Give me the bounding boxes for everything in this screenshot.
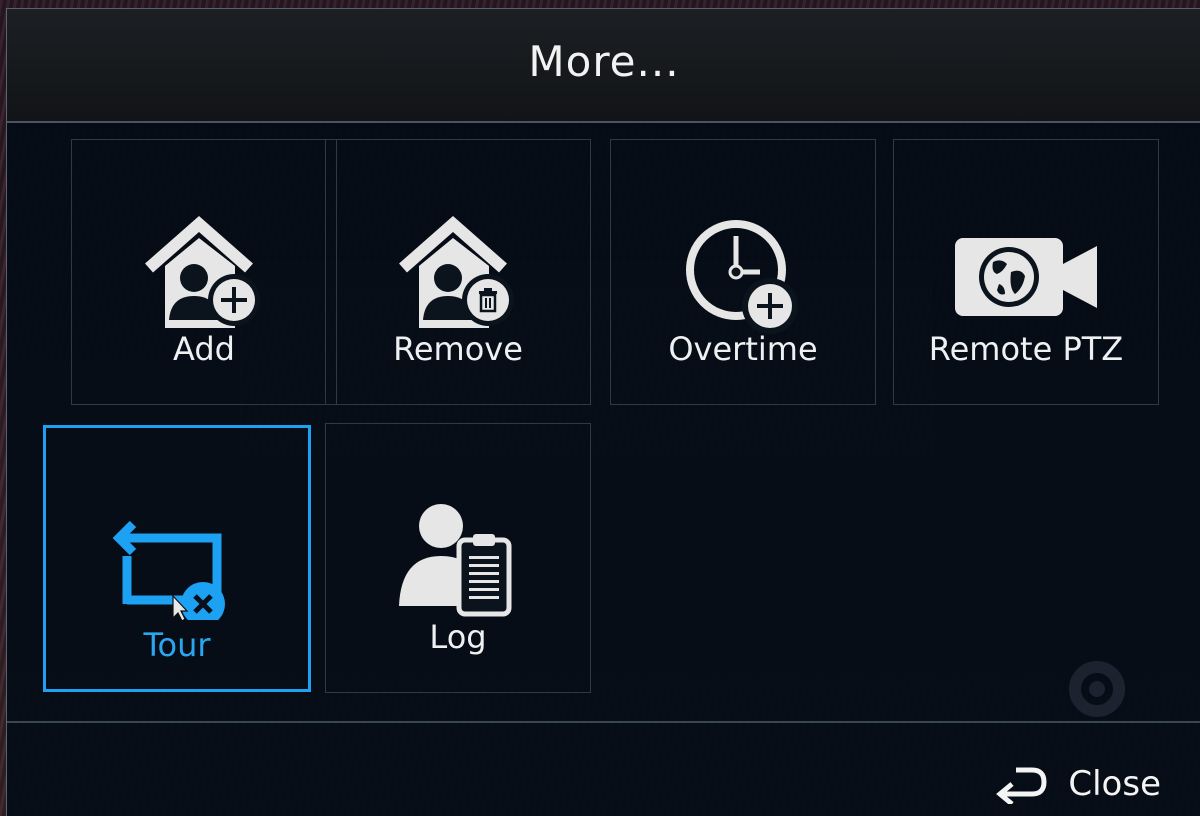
home-add-user-icon	[72, 140, 336, 330]
clock-add-icon	[611, 140, 875, 334]
loop-cancel-icon	[46, 428, 308, 620]
tile-label: Remote PTZ	[928, 330, 1124, 368]
tile-label: Remove	[393, 330, 523, 368]
tile-label: Log	[429, 618, 487, 656]
globe-camera-icon	[894, 140, 1158, 330]
home-remove-user-icon	[326, 140, 590, 330]
tile-log[interactable]: Log	[325, 423, 591, 693]
more-dialog: More... Add Remove Overtime Remote PTZ T…	[6, 8, 1200, 816]
return-arrow-icon	[996, 767, 1047, 804]
dialog-title: More...	[528, 37, 680, 86]
gear-icon	[1069, 661, 1125, 717]
tile-remote-ptz[interactable]: Remote PTZ	[893, 139, 1159, 405]
tile-label: Tour	[143, 626, 211, 664]
screen: elycn More... Add	[0, 0, 1200, 816]
tile-overtime[interactable]: Overtime	[610, 139, 876, 405]
close-label: Close	[1068, 764, 1161, 804]
tile-remove[interactable]: Remove	[325, 139, 591, 405]
footer-divider	[7, 721, 1200, 723]
user-clipboard-icon	[326, 424, 590, 617]
tile-label: Overtime	[668, 330, 818, 368]
tile-label: Add	[173, 330, 235, 368]
tile-add[interactable]: Add	[71, 139, 337, 405]
dialog-titlebar: More...	[7, 9, 1200, 123]
tile-tour[interactable]: Tour	[43, 425, 311, 692]
close-button[interactable]: Close	[994, 757, 1161, 811]
